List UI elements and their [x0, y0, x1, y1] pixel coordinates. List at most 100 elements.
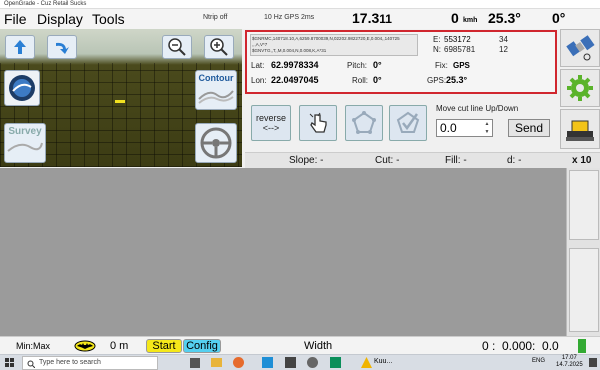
scroll-upper[interactable]: [569, 170, 599, 240]
nmea-log: $GNRMC,140718.10,A,6259.8700039,N,02202.…: [250, 34, 418, 56]
cut-fill-status: Slope: - Cut: - Fill: - d: - x 10: [245, 152, 600, 168]
heading-readout: 17.311: [352, 10, 392, 26]
ntrip-status: Ntrip off: [203, 14, 228, 21]
windows-taskbar: Type here to search Kuu... ENG 17.07 14.7…: [0, 354, 600, 370]
steering-wheel-icon: [200, 127, 232, 159]
nmea-line-3: $GNVTG,,T,,M,0.004,N,0.008,K,A*31: [252, 48, 327, 53]
search-icon: [27, 360, 35, 368]
satellite-button[interactable]: [560, 29, 600, 67]
menu-file[interactable]: File: [4, 11, 27, 27]
width-readout: 0 : 0.000: 0.0: [482, 339, 559, 353]
boundary-check-button[interactable]: [389, 105, 427, 141]
gps-temp-value: 25.3°: [446, 75, 468, 85]
satellite-icon: [566, 35, 595, 61]
lat-label: Lat:: [251, 61, 265, 70]
arrow-up-icon: [14, 40, 26, 54]
search-placeholder: Type here to search: [39, 359, 101, 366]
steering-button[interactable]: [195, 123, 237, 163]
reverse-button[interactable]: reverse <-->: [251, 105, 291, 141]
north-label: N:: [433, 45, 441, 54]
fix-label: Fix:: [435, 61, 448, 70]
gear-icon: [567, 75, 593, 101]
store-icon[interactable]: [285, 357, 296, 368]
clock-time: 17.07: [561, 355, 577, 361]
field-3d-view[interactable]: Contour Survey: [0, 29, 242, 167]
lat-value: 62.9978334: [271, 60, 319, 70]
vertical-scrollbar[interactable]: [566, 168, 600, 336]
settings-button[interactable]: [560, 69, 600, 107]
profile-view[interactable]: [0, 168, 566, 336]
cut-status: Cut: -: [375, 155, 400, 166]
signal-indicator: [578, 339, 586, 353]
settings-app-icon[interactable]: [307, 357, 318, 368]
angle-readout: 0°: [552, 10, 566, 26]
window-title: OpenGrade - Cuz Retail Sucks: [0, 0, 600, 9]
file-explorer-icon[interactable]: [211, 358, 222, 367]
roll-value: 0°: [373, 75, 382, 85]
edge-icon[interactable]: [262, 357, 273, 368]
language-indicator[interactable]: ENG: [532, 358, 545, 364]
survey-icon: [7, 142, 43, 152]
start-button[interactable]: Start: [146, 339, 182, 353]
pitch-value: 0°: [373, 60, 382, 70]
move-cut-spinner[interactable]: ▲ ▼: [483, 120, 491, 136]
taskbar-search[interactable]: Type here to search: [22, 356, 158, 370]
arrow-up-left-button[interactable]: [5, 35, 35, 59]
fill-status: Fill: -: [445, 155, 467, 166]
fix-value: GPS: [453, 61, 470, 70]
survey-label: Survey: [8, 126, 42, 137]
survey-button[interactable]: Survey: [4, 123, 46, 163]
notification-icon[interactable]: [589, 358, 597, 367]
machine-button[interactable]: [560, 109, 600, 149]
lon-label: Lon:: [251, 76, 267, 85]
gps-temp-label: GPS:: [427, 76, 447, 85]
menu-display[interactable]: Display: [37, 11, 83, 27]
arrow-down-icon: [56, 42, 69, 54]
polygon-check-icon: [396, 111, 420, 133]
east-label: E:: [433, 35, 441, 44]
bat-logo-icon: [74, 340, 96, 352]
hand-pointer-icon: [309, 112, 327, 133]
nmea-line-1: $GNRMC,140718.10,A,6259.8700039,N,02202.…: [252, 36, 400, 41]
clock[interactable]: 17.07 14.7.2025: [556, 355, 583, 369]
clock-date: 14.7.2025: [556, 362, 583, 368]
globe-icon: [9, 75, 35, 101]
bottom-bar: Min:Max 0 m Start Config Width 0 : 0.000…: [0, 336, 600, 354]
distance-readout: 0 m: [110, 340, 129, 352]
north-num: 12: [499, 45, 508, 54]
pitch-label: Pitch:: [347, 61, 368, 70]
scroll-lower[interactable]: [569, 248, 599, 332]
minmax-label: Min:Max: [16, 341, 51, 351]
zoom-out-icon: [168, 38, 186, 56]
warning-icon: [361, 357, 372, 368]
agopen-logo-button[interactable]: [4, 70, 40, 106]
polygon-points-icon: [352, 111, 376, 134]
boundary-points-button[interactable]: [345, 105, 383, 141]
weather-label[interactable]: Kuu...: [374, 358, 392, 365]
task-view-icon[interactable]: [190, 358, 200, 368]
touch-select-button[interactable]: [299, 105, 337, 141]
windows-start-icon[interactable]: [5, 358, 15, 368]
config-button[interactable]: Config: [183, 339, 221, 353]
zoom-level[interactable]: x 10: [572, 155, 591, 166]
send-button[interactable]: Send: [508, 119, 550, 137]
contour-icon: [198, 90, 234, 104]
grader-icon: [566, 120, 594, 141]
move-cut-label: Move cut line Up/Down: [436, 104, 519, 113]
north-value: 6985781: [444, 45, 476, 54]
menu-tools[interactable]: Tools: [92, 11, 125, 27]
zoom-in-button[interactable]: [204, 35, 234, 59]
lon-value: 22.0497045: [271, 75, 319, 85]
zoom-out-button[interactable]: [162, 35, 192, 59]
firefox-icon[interactable]: [233, 357, 244, 368]
app-icon[interactable]: [330, 357, 341, 368]
move-cut-value: 0.0: [440, 121, 457, 135]
arrow-down-right-button[interactable]: [47, 35, 77, 59]
contour-button[interactable]: Contour: [195, 70, 237, 110]
speed-readout: 0: [451, 10, 459, 26]
contour-label: Contour: [198, 73, 234, 83]
width-label: Width: [304, 340, 333, 352]
slope-status: Slope: -: [289, 155, 324, 166]
zoom-in-icon: [210, 38, 228, 56]
move-cut-input[interactable]: 0.0 ▲ ▼: [436, 119, 493, 137]
